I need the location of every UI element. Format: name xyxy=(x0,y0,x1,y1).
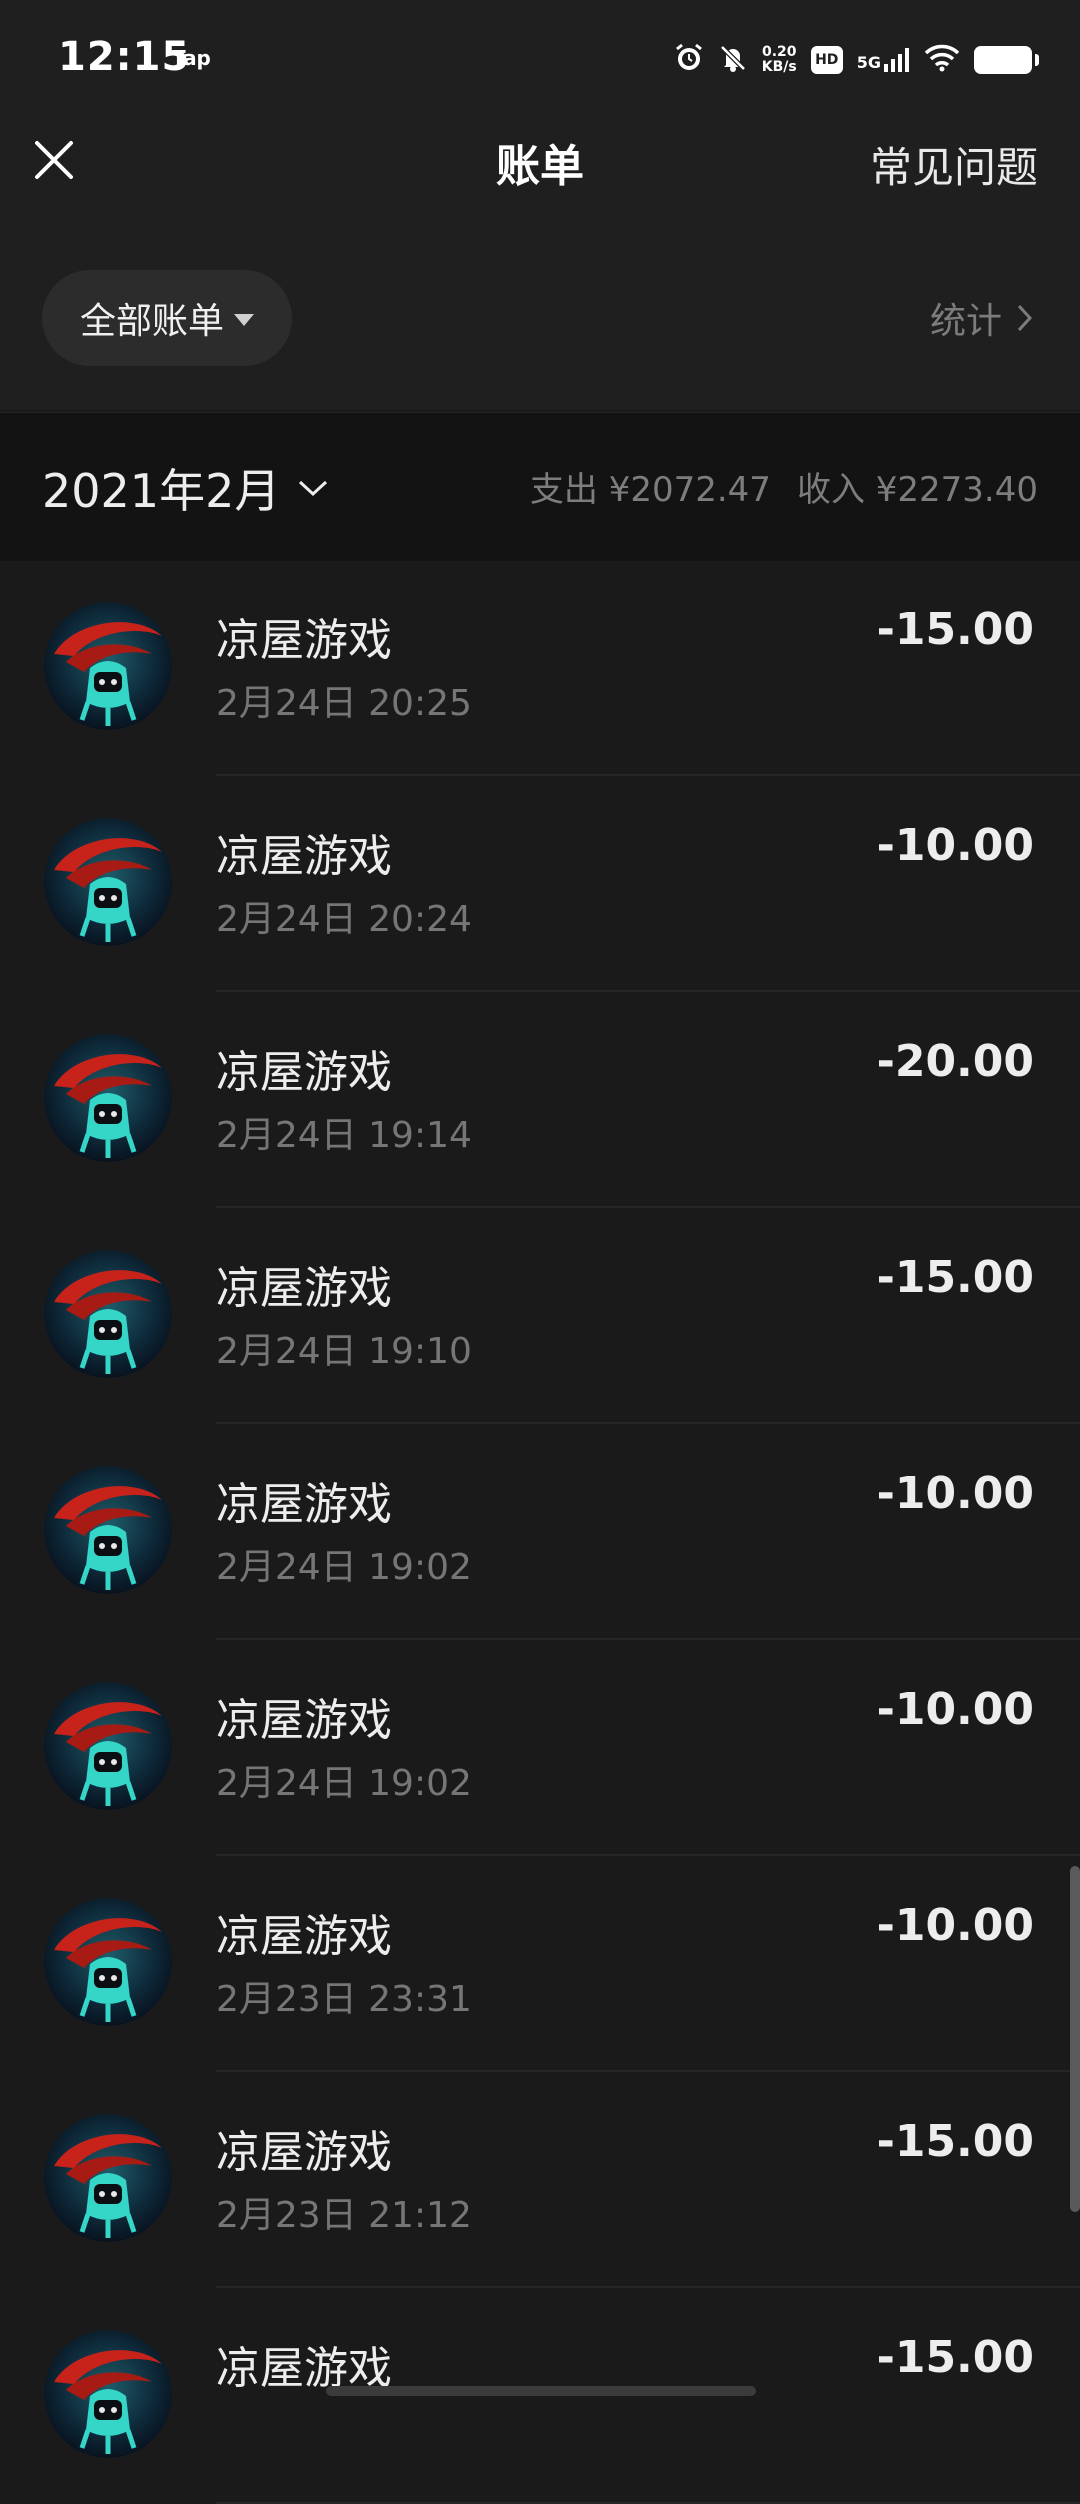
transaction-datetime: 2月24日 19:02 xyxy=(216,1763,472,1804)
merchant-name: 凉屋游戏 xyxy=(216,615,392,666)
net-speed-unit: KB/s xyxy=(761,59,797,75)
alarm-icon xyxy=(674,43,704,77)
transaction-amount: -10.00 xyxy=(876,820,1034,871)
hd-icon: HD xyxy=(810,46,843,74)
transaction-datetime: 2月23日 23:31 xyxy=(216,1979,472,2020)
transaction-row[interactable]: 凉屋游戏 2月24日 20:25 -15.00 xyxy=(0,560,1080,776)
transaction-row[interactable]: 凉屋游戏 2月23日 21:12 -15.00 xyxy=(0,2072,1080,2288)
transaction-row[interactable]: 凉屋游戏 2月23日 23:31 -10.00 xyxy=(0,1856,1080,2072)
merchant-name: 凉屋游戏 xyxy=(216,831,392,882)
chevron-down-icon xyxy=(299,480,328,497)
statistics-link[interactable]: 统计 xyxy=(930,292,1034,344)
merchant-name: 凉屋游戏 xyxy=(216,1479,392,1530)
network-speed: 0.20 KB/s xyxy=(762,45,797,75)
merchant-name: 凉屋游戏 xyxy=(216,1695,392,1746)
merchant-name: 凉屋游戏 xyxy=(216,1263,392,1314)
transaction-row[interactable]: 凉屋游戏 2月24日 20:24 -10.00 xyxy=(0,776,1080,992)
statistics-label: 统计 xyxy=(929,301,1002,342)
transaction-amount: -10.00 xyxy=(876,1468,1034,1519)
transaction-amount: -15.00 xyxy=(876,2116,1034,2167)
merchant-avatar xyxy=(44,818,172,946)
transaction-amount: -15.00 xyxy=(876,604,1034,655)
transaction-row[interactable]: 凉屋游戏 2月24日 19:14 -20.00 xyxy=(0,992,1080,1208)
net-speed-value: 0.20 xyxy=(761,44,797,60)
merchant-avatar xyxy=(44,1250,172,1378)
transaction-amount: -15.00 xyxy=(876,1252,1034,1303)
bill-type-dropdown[interactable]: 全部账单 xyxy=(42,270,292,366)
merchant-avatar xyxy=(44,2330,172,2458)
transaction-amount: -10.00 xyxy=(876,1684,1034,1735)
month-totals: 支出 ¥2072.47 收入 ¥2273.40 xyxy=(530,462,1038,511)
transaction-row[interactable]: 凉屋游戏 2月24日 19:02 -10.00 xyxy=(0,1640,1080,1856)
tap-notification-label: Tap xyxy=(172,46,211,70)
merchant-avatar xyxy=(44,1682,172,1810)
transaction-datetime: 2月24日 20:25 xyxy=(216,683,472,724)
merchant-avatar xyxy=(44,1034,172,1162)
wifi-icon xyxy=(924,44,960,76)
status-icons: 0.20 KB/s HD 5G xyxy=(674,38,1039,82)
battery-icon xyxy=(974,46,1039,74)
transaction-row[interactable]: 凉屋游戏 2月24日 19:02 -10.00 xyxy=(0,1424,1080,1640)
scrollbar[interactable] xyxy=(1070,1866,1080,2212)
merchant-name: 凉屋游戏 xyxy=(216,1047,392,1098)
transaction-row[interactable]: 凉屋游戏 2月24日 19:10 -15.00 xyxy=(0,1208,1080,1424)
income-total: 收入 ¥2273.40 xyxy=(796,470,1038,510)
caret-down-icon xyxy=(234,314,254,326)
transaction-list: 凉屋游戏 2月24日 20:25 -15.00 凉屋游戏 2月24日 20:24… xyxy=(0,560,1080,2504)
mute-bell-icon xyxy=(718,43,748,77)
merchant-name: 凉屋游戏 xyxy=(216,2127,392,2178)
status-time: 12:15 xyxy=(58,34,191,80)
transaction-amount: -20.00 xyxy=(876,1036,1034,1087)
transaction-datetime: 2月24日 19:02 xyxy=(216,1547,472,1588)
merchant-avatar xyxy=(44,602,172,730)
bill-type-label: 全部账单 xyxy=(79,301,224,342)
transaction-datetime: 2月24日 19:10 xyxy=(216,1331,472,1372)
transaction-datetime: 2月23日 21:12 xyxy=(216,2195,472,2236)
transaction-row[interactable]: 凉屋游戏 -15.00 xyxy=(0,2288,1080,2504)
month-label: 2021年2月 xyxy=(42,464,281,518)
faq-link[interactable]: 常见问题 xyxy=(870,134,1038,195)
expense-total: 支出 ¥2072.47 xyxy=(529,470,771,510)
merchant-name: 凉屋游戏 xyxy=(216,1911,392,1962)
transaction-amount: -15.00 xyxy=(876,2332,1034,2383)
merchant-avatar xyxy=(44,2114,172,2242)
transaction-datetime: 2月24日 19:14 xyxy=(216,1115,472,1156)
merchant-avatar xyxy=(44,1466,172,1594)
transaction-amount: -10.00 xyxy=(876,1900,1034,1951)
network-type-label: 5G xyxy=(856,53,881,72)
signal-icon: 5G xyxy=(857,48,910,72)
transaction-datetime: 2月24日 20:24 xyxy=(216,899,472,940)
chevron-right-icon xyxy=(1017,304,1033,332)
home-indicator[interactable] xyxy=(326,2386,756,2396)
merchant-avatar xyxy=(44,1898,172,2026)
month-selector[interactable]: 2021年2月 xyxy=(42,455,328,521)
